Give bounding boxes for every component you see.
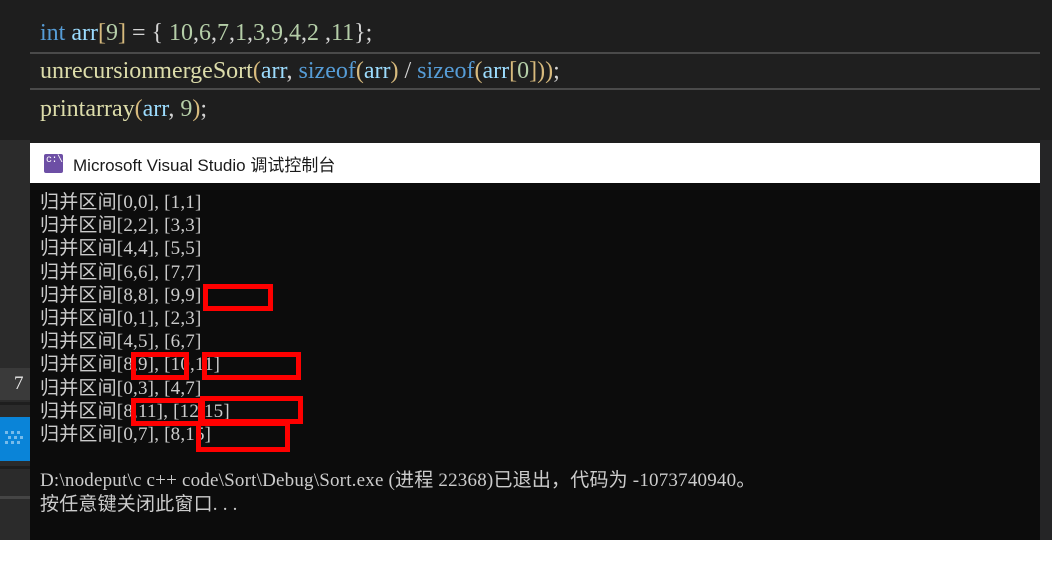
code-token: 11 (331, 20, 355, 46)
marker-divider-1 (0, 402, 30, 405)
console-output-line: 归并区间[6,6], [7,7] (40, 261, 202, 283)
code-token: 0 (517, 58, 530, 84)
console-output-line: D:\nodeput\c c++ code\Sort\Debug\Sort.ex… (40, 470, 756, 492)
console-output-line: 归并区间[0,1], [2,3] (40, 308, 202, 330)
code-area[interactable]: int arr[9] = { 10,6,7,1,3,9,4,2 ,11}; un… (30, 14, 1040, 140)
scrollbar-thumb[interactable] (0, 417, 30, 461)
code-token: arr (142, 96, 169, 122)
screenshot-root: int arr[9] = { 10,6,7,1,3,9,4,2 ,11}; un… (0, 0, 1052, 562)
code-token: 4 (289, 20, 302, 46)
console-output-line: 归并区间[4,4], [5,5] (40, 238, 202, 260)
code-token: / (398, 58, 418, 84)
editor-scroll-marker-strip[interactable]: 7 (0, 140, 30, 540)
gutter-line-number: 7 (0, 368, 30, 400)
console-output-line: 归并区间[8,8], [9,9] (40, 284, 202, 306)
code-token: ] (529, 58, 538, 84)
debug-console-window[interactable]: Microsoft Visual Studio 调试控制台 归并区间[0,0],… (30, 143, 1040, 540)
code-token: ] (117, 20, 126, 46)
code-token: arr (482, 58, 510, 84)
code-token: 1 (235, 20, 248, 46)
code-line-printcall[interactable]: printarray(arr, 9); (30, 90, 1040, 128)
code-token: arr (71, 20, 98, 46)
code-token: unrecursionmergeSort (40, 58, 253, 84)
code-token: 2 (307, 20, 320, 46)
code-token: 6 (199, 20, 212, 46)
console-output-line: 归并区间[4,5], [6,7] (40, 331, 202, 353)
code-token: ; (553, 58, 560, 84)
code-token: ( (134, 96, 143, 122)
code-token: [ (509, 58, 518, 84)
code-token: )) (537, 58, 554, 84)
code-token: printarray (40, 96, 135, 122)
code-token: [ (97, 20, 106, 46)
code-token: sizeof (417, 58, 475, 84)
scrollbar-thumb-grip-icon (5, 431, 25, 445)
marker-divider-2 (0, 466, 30, 469)
code-token: sizeof (298, 58, 356, 84)
code-token: }; (354, 20, 373, 46)
code-token: 10 (169, 20, 194, 46)
code-token: 9 (105, 20, 118, 46)
console-output-line: 归并区间[8,9], [10,11] (40, 354, 221, 376)
code-token: , (286, 58, 299, 84)
code-line-sortcall[interactable]: unrecursionmergeSort(arr, sizeof(arr) / … (30, 52, 1040, 90)
code-token: 9 (271, 20, 284, 46)
code-token: , (168, 96, 181, 122)
console-title-label: Microsoft Visual Studio 调试控制台 (73, 155, 336, 175)
code-token: arr (363, 58, 391, 84)
console-output-line: 归并区间[0,3], [4,7] (40, 377, 202, 399)
console-output-line: 归并区间[8,11], [12,15] (40, 400, 230, 422)
code-token: ( (355, 58, 364, 84)
code-token: int (40, 20, 66, 46)
marker-divider-3 (0, 496, 30, 499)
code-token: 7 (217, 20, 230, 46)
code-token: arr (260, 58, 287, 84)
code-token: 9 (180, 96, 193, 122)
console-title-bar[interactable]: Microsoft Visual Studio 调试控制台 (30, 143, 1040, 183)
console-output-area[interactable]: 归并区间[0,0], [1,1] 归并区间[2,2], [3,3] 归并区间[4,4… (30, 183, 1040, 540)
console-output-line: 归并区间[0,0], [1,1] (40, 192, 202, 213)
console-output-line: 归并区间[0,7], [8,15] (40, 424, 212, 446)
code-token: = { (125, 20, 170, 46)
code-token: , (319, 20, 332, 46)
code-token: 3 (253, 20, 266, 46)
code-line-declaration[interactable]: int arr[9] = { 10,6,7,1,3,9,4,2 ,11}; (30, 14, 1040, 52)
console-app-icon (44, 153, 63, 173)
console-output-line: 归并区间[2,2], [3,3] (40, 215, 202, 237)
console-output-line: 按任意键关闭此窗口. . . (40, 493, 238, 515)
code-token: ; (200, 96, 207, 122)
code-token: ( (252, 58, 261, 84)
